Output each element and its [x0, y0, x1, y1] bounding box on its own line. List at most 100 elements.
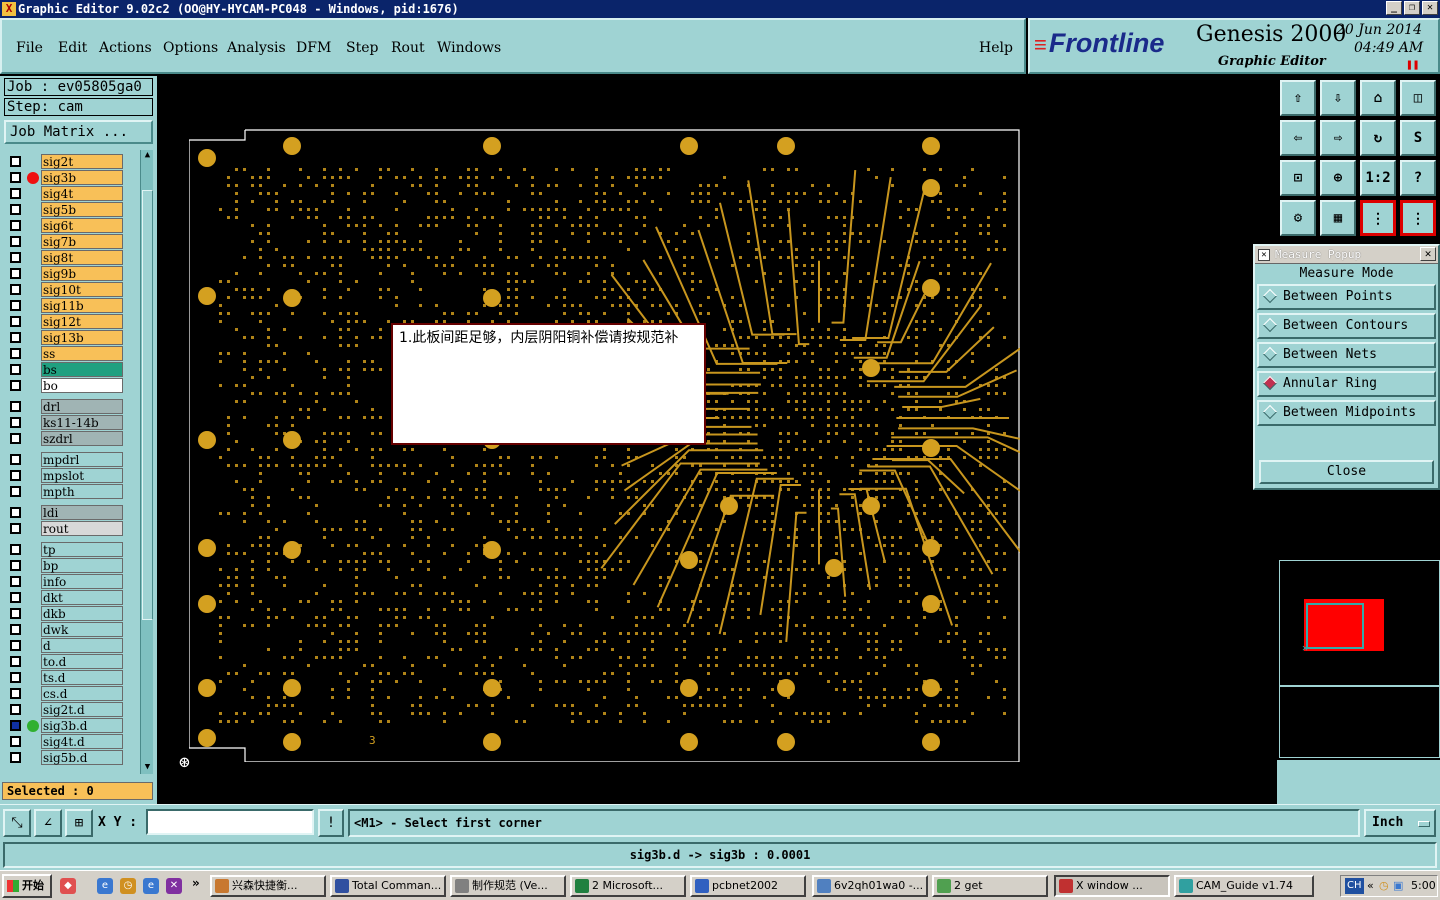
layer-row-sig2t.d[interactable]: sig2t.d [4, 702, 138, 717]
layer-name[interactable]: sig4t.d [41, 734, 123, 749]
layer-checkbox[interactable] [10, 720, 21, 731]
layer-name[interactable]: to.d [41, 654, 123, 669]
layer-name[interactable]: sig8t [41, 250, 123, 265]
layer-row-sig3b[interactable]: sig3b [4, 170, 138, 185]
layer-checkbox[interactable] [10, 417, 21, 428]
layer-row-d[interactable]: d [4, 638, 138, 653]
layer-name[interactable]: d [41, 638, 123, 653]
layer-checkbox[interactable] [10, 544, 21, 555]
taskbar-task[interactable]: 制作规范 (Ve... [450, 875, 566, 897]
menu-rout[interactable]: Rout [391, 40, 425, 56]
layer-checkbox[interactable] [10, 156, 21, 167]
layer-name[interactable]: ts.d [41, 670, 123, 685]
layer-row-sig9b[interactable]: sig9b [4, 266, 138, 281]
layer-row-ldi[interactable]: ldi [4, 505, 138, 520]
measure-grid-icon[interactable]: ⊞ [65, 809, 93, 837]
layer-checkbox[interactable] [10, 172, 21, 183]
layer-row-tp[interactable]: tp [4, 542, 138, 557]
layer-checkbox[interactable] [10, 470, 21, 481]
layer-row-ks11-14b[interactable]: ks11-14b [4, 415, 138, 430]
layer-name[interactable]: sig5b.d [41, 750, 123, 765]
layer-row-sig13b[interactable]: sig13b [4, 330, 138, 345]
layer-row-mpdrl[interactable]: mpdrl [4, 452, 138, 467]
measure-popup-title-bar[interactable]: ✕ Measure Popup ✕ [1255, 246, 1438, 264]
layer-row-info[interactable]: info [4, 574, 138, 589]
layer-checkbox[interactable] [10, 704, 21, 715]
layer-scrollbar[interactable]: ▲ ▼ [140, 150, 153, 774]
layer-checkbox[interactable] [10, 316, 21, 327]
layer-row-sig5b.d[interactable]: sig5b.d [4, 750, 138, 765]
layer-row-ss[interactable]: ss [4, 346, 138, 361]
menu-step[interactable]: Step [346, 40, 378, 56]
taskbar-task[interactable]: X window ... [1054, 875, 1170, 897]
job-matrix-button[interactable]: Job Matrix ... [4, 120, 153, 144]
close-window-button[interactable]: ✕ [1422, 1, 1438, 15]
measure-distance-icon[interactable]: ⤡ [3, 809, 31, 837]
layer-row-cs.d[interactable]: cs.d [4, 686, 138, 701]
taskbar-task[interactable]: 2 get [932, 875, 1048, 897]
layer-row-sig6t[interactable]: sig6t [4, 218, 138, 233]
taskbar-task[interactable]: Total Comman... [330, 875, 446, 897]
layer-name[interactable]: mpdrl [41, 452, 123, 467]
layer-checkbox[interactable] [10, 560, 21, 571]
menu-file[interactable]: File [16, 40, 43, 56]
layer-name[interactable]: sig9b [41, 266, 123, 281]
taskbar-task[interactable]: 6v2qh01wa0 -... [812, 875, 928, 897]
layer-name[interactable]: drl [41, 399, 123, 414]
layer-row-bs[interactable]: bs [4, 362, 138, 377]
taskbar-task[interactable]: 2 Microsoft... [570, 875, 686, 897]
restore-button[interactable]: ❐ [1404, 1, 1420, 15]
home-icon[interactable]: ⌂ [1360, 80, 1396, 116]
rotate-icon[interactable]: ↻ [1360, 120, 1396, 156]
layer-checkbox[interactable] [10, 268, 21, 279]
units-dropdown[interactable]: Inch [1364, 809, 1436, 837]
taskbar-task[interactable]: 兴森快捷衡... [210, 875, 326, 897]
layer-checkbox[interactable] [10, 252, 21, 263]
layer-row-sig2t[interactable]: sig2t [4, 154, 138, 169]
layer-checkbox[interactable] [10, 656, 21, 667]
layer-name[interactable]: ss [41, 346, 123, 361]
layer-name[interactable]: sig5b [41, 202, 123, 217]
zoom-home-icon[interactable]: ⇧ [1280, 80, 1316, 116]
layer-checkbox[interactable] [10, 576, 21, 587]
layer-row-szdrl[interactable]: szdrl [4, 431, 138, 446]
layer-row-dwk[interactable]: dwk [4, 622, 138, 637]
preview-window[interactable]: ✕ [1279, 560, 1440, 686]
layer-name[interactable]: info [41, 574, 123, 589]
layer-checkbox[interactable] [10, 688, 21, 699]
layer-checkbox[interactable] [10, 752, 21, 763]
layer-name[interactable]: cs.d [41, 686, 123, 701]
layer-checkbox[interactable] [10, 736, 21, 747]
layer-name[interactable]: ks11-14b [41, 415, 123, 430]
layer-checkbox[interactable] [10, 364, 21, 375]
layer-name[interactable]: sig6t [41, 218, 123, 233]
start-button[interactable]: 开始 [2, 874, 52, 898]
layer-row-to.d[interactable]: to.d [4, 654, 138, 669]
layer-name[interactable]: sig11b [41, 298, 123, 313]
popup-close-icon[interactable]: ✕ [1420, 247, 1436, 261]
browser-icon[interactable]: e [143, 878, 159, 894]
measure-option-between-points[interactable]: Between Points [1257, 284, 1436, 310]
menu-analysis[interactable]: Analysis [227, 40, 286, 56]
layer-name[interactable]: sig13b [41, 330, 123, 345]
layer-checkbox[interactable] [10, 672, 21, 683]
menu-options[interactable]: Options [163, 40, 218, 56]
layer-name[interactable]: sig2t [41, 154, 123, 169]
layer-name[interactable]: rout [41, 521, 123, 536]
layer-name[interactable]: sig2t.d [41, 702, 123, 717]
layer-checkbox[interactable] [10, 236, 21, 247]
layer-name[interactable]: bo [41, 378, 123, 393]
layer-row-sig11b[interactable]: sig11b [4, 298, 138, 313]
layer-row-mpth[interactable]: mpth [4, 484, 138, 499]
layer-checkbox[interactable] [10, 592, 21, 603]
taskbar-task[interactable]: CAM_Guide v1.74 [1174, 875, 1314, 897]
layer-name[interactable]: sig4t [41, 186, 123, 201]
menu-actions[interactable]: Actions [99, 40, 152, 56]
x-server-icon[interactable]: ✕ [166, 878, 182, 894]
layer-row-sig12t[interactable]: sig12t [4, 314, 138, 329]
layer-checkbox[interactable] [10, 454, 21, 465]
layer-row-sig4t[interactable]: sig4t [4, 186, 138, 201]
layer-name[interactable]: sig3b.d [41, 718, 123, 733]
layer-name[interactable]: ldi [41, 505, 123, 520]
layer-row-sig8t[interactable]: sig8t [4, 250, 138, 265]
